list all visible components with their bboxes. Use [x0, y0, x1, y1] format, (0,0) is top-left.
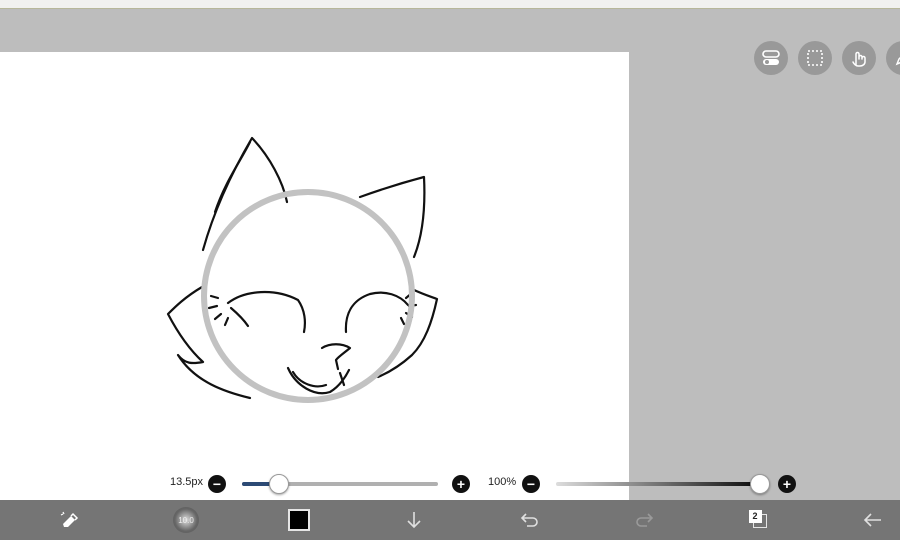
drawing-canvas[interactable]	[0, 52, 629, 500]
opacity-thumb[interactable]	[750, 474, 770, 494]
opacity-label: 100%	[488, 476, 517, 488]
color-swatch	[288, 509, 310, 531]
pen-button[interactable]	[886, 41, 900, 75]
redo-icon	[636, 513, 654, 527]
brush-size-thumb[interactable]	[269, 474, 290, 494]
brush-preview-button[interactable]: 10.0	[161, 500, 211, 540]
layers-icon: 2	[749, 510, 769, 530]
finger-icon	[852, 51, 866, 67]
redo-button[interactable]	[619, 500, 669, 540]
move-canvas-button[interactable]	[754, 41, 788, 75]
layer-count: 2	[752, 511, 758, 521]
brush-preview-label: 10.0	[178, 515, 194, 525]
brush-cursor-ring	[201, 189, 415, 403]
download-button[interactable]	[389, 500, 439, 540]
pen-icon	[895, 56, 900, 66]
eraser-tool-button[interactable]	[45, 500, 95, 540]
selection-icon	[807, 50, 823, 66]
move-canvas-icon	[762, 50, 780, 65]
cat-sketch	[166, 136, 439, 403]
finger-button[interactable]	[842, 41, 876, 75]
brush-slider-row: 13.5px − + 100% − +	[0, 472, 900, 496]
arrow-left-icon	[863, 513, 881, 527]
brush-size-label: 13.5px	[170, 476, 204, 488]
layer-stack-front: 2	[749, 510, 762, 523]
color-swatch-button[interactable]	[274, 500, 324, 540]
eraser-icon	[60, 511, 79, 527]
layers-button[interactable]: 2	[734, 500, 784, 540]
brush-size-increase-button[interactable]: +	[452, 475, 470, 493]
brush-preview-icon: 10.0	[173, 507, 199, 533]
brush-size-decrease-button[interactable]: −	[208, 475, 226, 493]
undo-button[interactable]	[505, 500, 555, 540]
undo-icon	[520, 513, 538, 527]
selection-button[interactable]	[798, 41, 832, 75]
bottom-toolbar: 10.0 2	[0, 500, 900, 540]
opacity-decrease-button[interactable]: −	[522, 475, 540, 493]
back-button[interactable]	[848, 500, 898, 540]
opacity-increase-button[interactable]: +	[778, 475, 796, 493]
opacity-track[interactable]	[556, 482, 768, 486]
arrow-down-icon	[407, 512, 421, 529]
window-top-strip	[0, 0, 900, 9]
